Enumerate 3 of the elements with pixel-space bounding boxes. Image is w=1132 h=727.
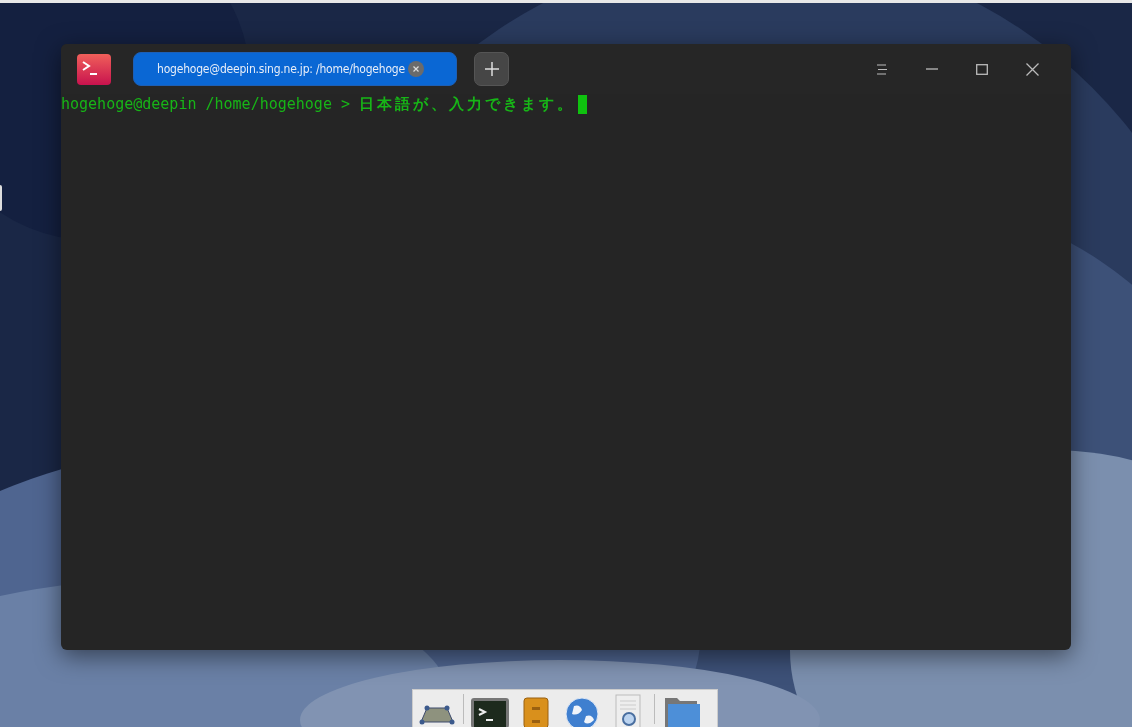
terminal-tab[interactable]: hogehoge@deepin.sing.ne.jp: /home/hogehoge (133, 52, 457, 86)
typed-text: 日本語が、入力できます。 (359, 94, 575, 114)
shell-prompt: hogehoge@deepin /home/hogehoge > (61, 94, 350, 114)
